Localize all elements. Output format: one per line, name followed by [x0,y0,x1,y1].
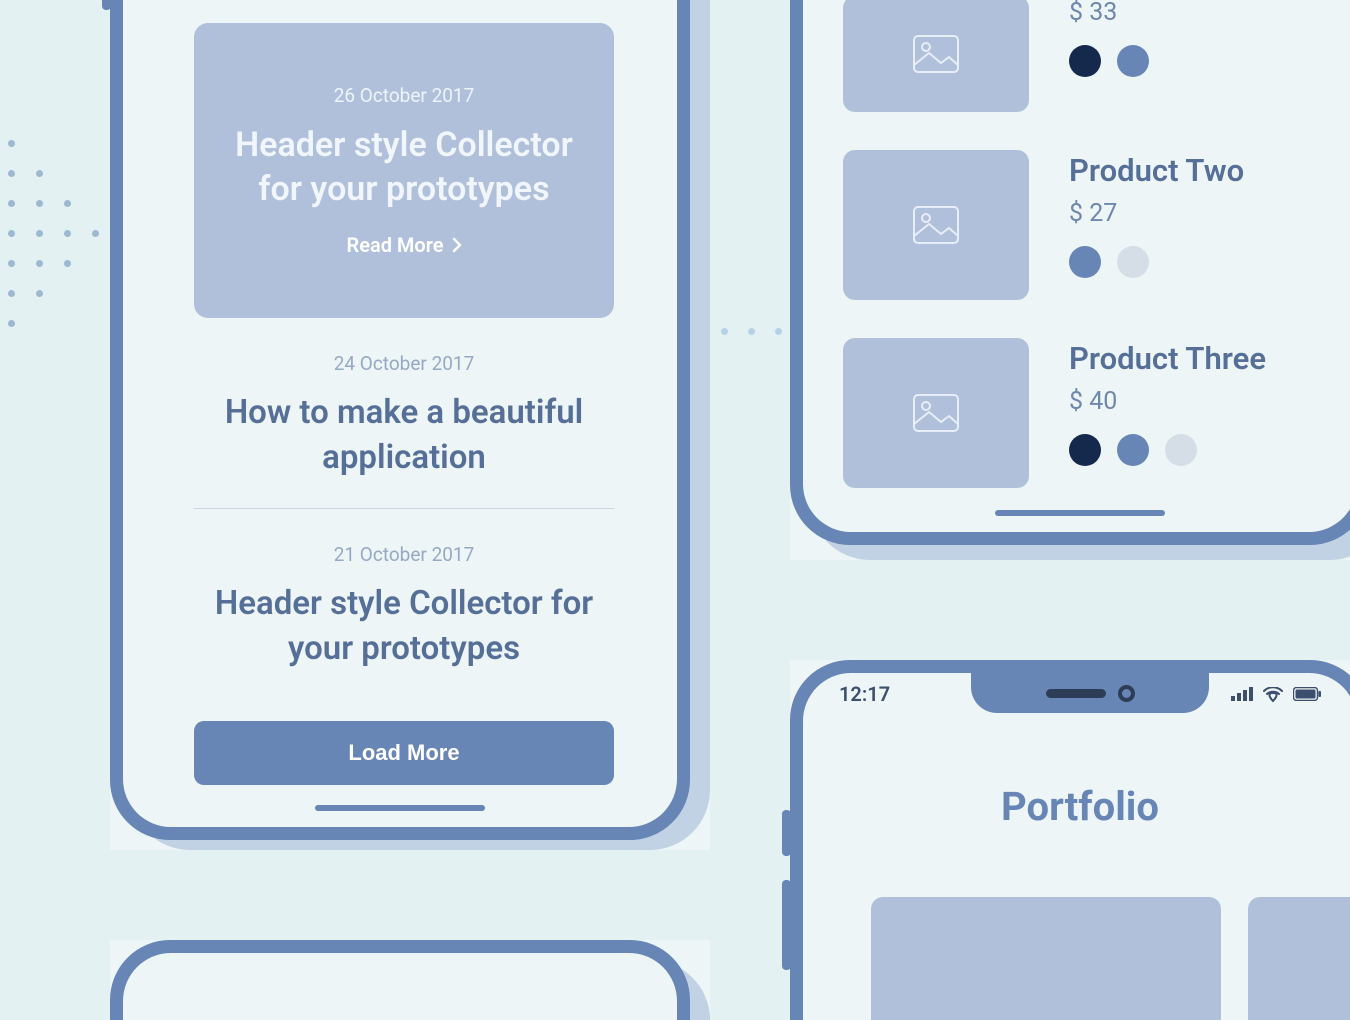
phone-portfolio: Portfolio 12:17 [790,660,1350,1020]
article-title: How to make a beautiful application [194,391,614,480]
page-title: Portfolio [803,783,1350,830]
image-icon [913,394,959,432]
product-thumb [843,338,1029,488]
product-name: Product Two [1069,152,1244,189]
image-icon [913,206,959,244]
hero-card[interactable]: 26 October 2017 Header style Collector f… [194,23,614,318]
product-thumb [843,0,1029,112]
swatch-grey[interactable] [1165,434,1197,466]
status-time: 12:17 [839,682,890,706]
image-icon [913,35,959,73]
phone-products: $ 33 Product Two $ 27 [790,0,1350,560]
product-row[interactable]: $ 33 [843,0,1317,112]
product-price: $ 33 [1069,0,1149,27]
status-bar: 12:17 [803,682,1350,706]
article-item[interactable]: 24 October 2017 How to make a beautiful … [194,318,614,508]
article-date: 24 October 2017 [194,352,614,375]
swatch-grey[interactable] [1117,246,1149,278]
swatch-navy[interactable] [1069,434,1101,466]
wifi-icon [1263,687,1283,702]
swatch-accent[interactable] [1069,246,1101,278]
read-more-link[interactable]: Read More [346,233,461,257]
product-thumb [843,150,1029,300]
product-price: $ 40 [1069,387,1266,416]
article-date: 21 October 2017 [194,543,614,566]
hero-title: Header style Collector for your prototyp… [224,123,584,211]
swatches [1069,45,1149,77]
battery-icon [1293,687,1321,701]
dot-grid [0,140,120,360]
product-price: $ 27 [1069,199,1244,228]
phone-bottom-peek [110,940,710,1020]
product-name: Product Three [1069,340,1266,377]
portfolio-card[interactable] [871,897,1221,1020]
portfolio-card[interactable] [1248,897,1350,1020]
phone-articles: 26 October 2017 Header style Collector f… [110,0,710,850]
product-row[interactable]: Product Two $ 27 [843,150,1317,300]
load-more-button[interactable]: Load More [194,721,614,785]
swatch-accent[interactable] [1117,45,1149,77]
home-indicator[interactable] [315,805,485,811]
swatches [1069,434,1266,466]
swatch-navy[interactable] [1069,45,1101,77]
swatch-accent[interactable] [1117,434,1149,466]
read-more-label: Read More [346,233,443,257]
hero-date: 26 October 2017 [334,84,475,107]
chevron-right-icon [452,237,462,253]
swatches [1069,246,1244,278]
article-item[interactable]: 21 October 2017 Header style Collector f… [194,509,614,699]
article-title: Header style Collector for your prototyp… [194,582,614,671]
home-indicator[interactable] [995,510,1165,516]
cellular-icon [1231,687,1253,701]
product-row[interactable]: Product Three $ 40 [843,338,1317,488]
